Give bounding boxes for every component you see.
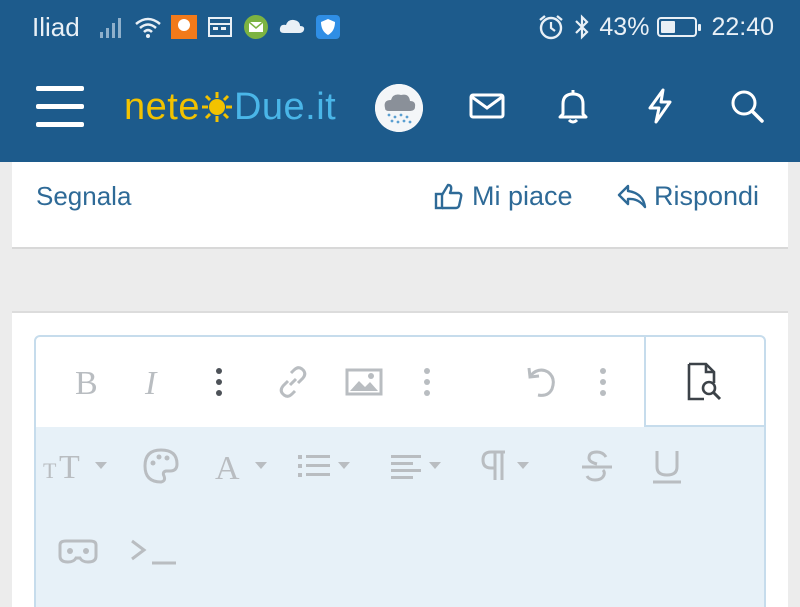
undo-icon[interactable] (514, 355, 568, 409)
link-icon[interactable] (266, 355, 320, 409)
svg-text:I: I (144, 365, 158, 402)
like-button[interactable]: Mi piace (434, 178, 573, 214)
bolt-icon[interactable] (640, 86, 680, 126)
align-icon[interactable] (386, 439, 456, 493)
reply-label: Rispondi (654, 180, 760, 211)
editor-toolbar-secondary: T T A (36, 427, 764, 607)
cloud-icon (279, 19, 305, 33)
font-size-icon[interactable]: T T (42, 439, 112, 493)
reply-editor-section: B I T T A (12, 311, 788, 607)
report-link[interactable]: Segnala (36, 181, 131, 212)
editor-toolbar-primary: B I (36, 337, 644, 427)
menu-icon[interactable] (36, 86, 86, 128)
post-actions-bar: Segnala Mi piace Rispondi (12, 162, 788, 249)
search-icon[interactable] (727, 86, 767, 126)
carrier-name: Iliad (32, 12, 80, 42)
palette-icon[interactable] (134, 439, 188, 493)
more-vertical-icon[interactable] (400, 355, 454, 409)
like-label: Mi piace (472, 180, 573, 211)
svg-text:B: B (75, 365, 98, 402)
svg-text:A: A (215, 450, 240, 486)
logo-text-part2: Due.it (233, 85, 337, 128)
status-icons-right: 43% 22:40 (537, 12, 774, 42)
underline-icon[interactable] (640, 439, 694, 493)
calendar-icon (208, 17, 232, 37)
logo-text-part1: nete (124, 85, 200, 128)
image-icon[interactable] (337, 355, 391, 409)
italic-icon[interactable]: I (128, 355, 182, 409)
app-header: nete Due.it (0, 54, 800, 162)
strikethrough-icon[interactable] (570, 439, 624, 493)
battery-level (661, 21, 676, 33)
bell-icon[interactable] (553, 86, 593, 126)
reply-button[interactable]: Rispondi (616, 178, 759, 214)
list-icon[interactable] (292, 439, 368, 493)
wifi-icon (135, 17, 161, 38)
bold-icon[interactable]: B (60, 355, 114, 409)
spoiler-icon[interactable] (48, 525, 108, 579)
alarm-icon (539, 15, 564, 40)
sun-icon (201, 92, 232, 122)
svg-text:T: T (59, 449, 80, 484)
paragraph-icon[interactable] (476, 439, 546, 493)
more-vertical-icon[interactable] (192, 355, 246, 409)
signal-icon (100, 18, 121, 38)
app-notification-icon (171, 15, 197, 39)
svg-text:T: T (43, 458, 57, 483)
mail-app-icon (244, 15, 268, 39)
battery-icon (657, 17, 702, 37)
mail-icon[interactable] (467, 86, 507, 126)
text-color-icon[interactable]: A (208, 439, 278, 493)
status-bar: Iliad 43% 22:40 (0, 0, 800, 54)
shield-app-icon (316, 15, 340, 39)
preview-search-icon (687, 362, 722, 401)
more-vertical-icon[interactable] (576, 355, 630, 409)
rich-text-editor: B I T T A (34, 335, 766, 607)
status-icons-left (98, 12, 342, 42)
code-icon[interactable] (124, 525, 184, 579)
reply-icon (617, 184, 647, 209)
thumbs-up-icon (434, 183, 463, 210)
battery-percent: 43% (599, 12, 650, 41)
site-logo[interactable]: nete Due.it (124, 85, 337, 128)
preview-button[interactable] (644, 337, 764, 427)
avatar[interactable] (375, 84, 423, 132)
status-time: 22:40 (711, 12, 774, 41)
bluetooth-icon (575, 14, 589, 40)
